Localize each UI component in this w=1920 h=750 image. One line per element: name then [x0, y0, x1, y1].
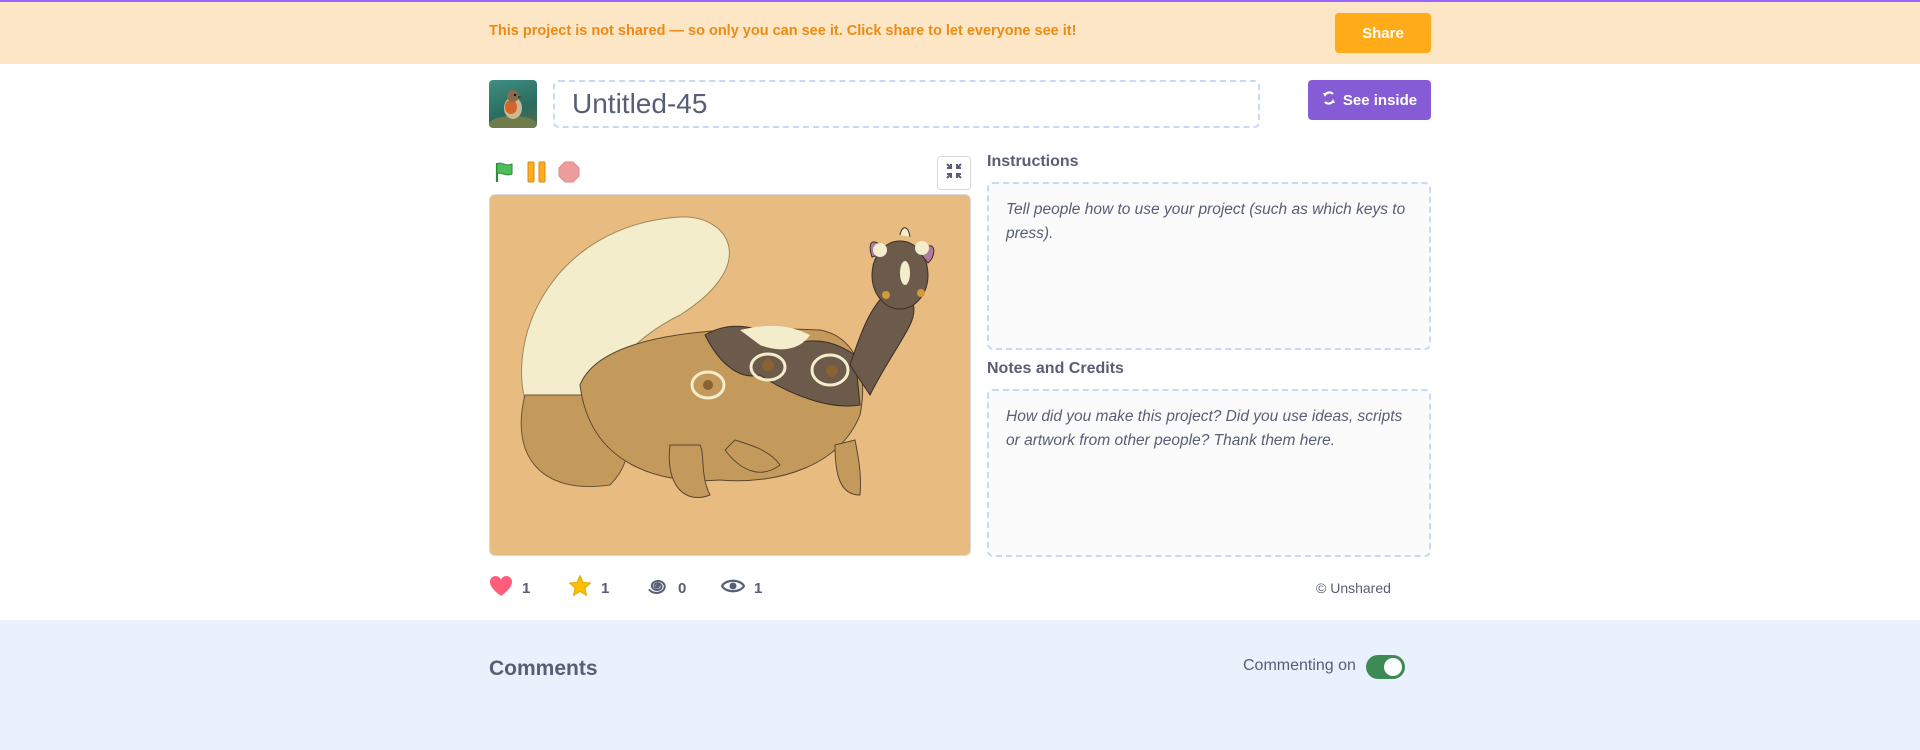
remix-count: 0: [678, 579, 687, 597]
share-button[interactable]: Share: [1335, 13, 1431, 53]
see-inside-label: See inside: [1342, 91, 1418, 109]
commenting-toggle-label: Commenting on: [1243, 657, 1356, 674]
pause-icon[interactable]: [526, 160, 548, 184]
notes-textarea[interactable]: How did you make this project? Did you u…: [987, 389, 1431, 557]
remix-arrows-icon: [1322, 91, 1336, 109]
instructions-textarea[interactable]: Tell people how to use your project (suc…: [987, 182, 1431, 350]
fullscreen-icon: [946, 162, 962, 184]
see-inside-button[interactable]: See inside: [1308, 80, 1431, 120]
love-count: 1: [522, 579, 531, 597]
project-title-input[interactable]: Untitled-45: [553, 80, 1260, 128]
not-shared-banner: This project is not shared — so only you…: [0, 0, 1920, 64]
project-thumbnail: [489, 80, 537, 128]
comments-heading: Comments: [489, 657, 598, 680]
love-stat[interactable]: 1: [489, 576, 530, 600]
remix-stat: 0: [645, 576, 686, 600]
stop-icon[interactable]: [557, 160, 581, 184]
instructions-heading: Instructions: [987, 153, 1079, 170]
favorite-count: 1: [601, 579, 610, 597]
share-status-text: © Unshared: [1316, 580, 1391, 596]
fullscreen-button[interactable]: [937, 156, 971, 190]
comments-section: Comments Commenting on: [0, 620, 1920, 750]
favorite-stat[interactable]: 1: [568, 574, 610, 602]
banner-message: This project is not shared — so only you…: [489, 23, 1077, 39]
notes-heading: Notes and Credits: [987, 360, 1124, 377]
view-stat: 1: [720, 576, 763, 600]
star-icon: [568, 574, 592, 602]
toggle-knob: [1384, 658, 1402, 676]
view-count: 1: [754, 579, 763, 597]
eye-icon: [720, 577, 746, 599]
project-stage[interactable]: [489, 194, 971, 556]
green-flag-icon[interactable]: [492, 160, 516, 184]
remix-spiral-icon: [645, 574, 669, 602]
heart-icon: [489, 575, 513, 601]
stage-sprite-creature: [520, 216, 935, 498]
commenting-toggle[interactable]: [1366, 655, 1405, 679]
